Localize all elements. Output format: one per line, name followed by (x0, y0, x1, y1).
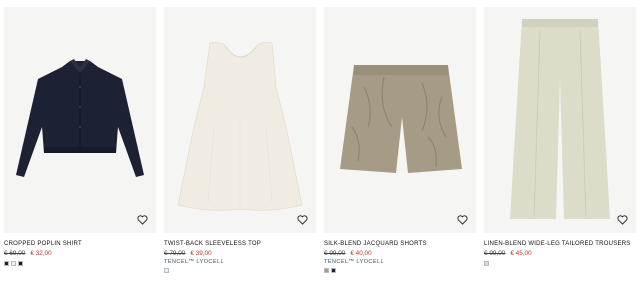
product-image-frame[interactable] (484, 7, 636, 233)
product-prices: € 99,00 € 45,00 (484, 250, 532, 257)
heart-icon[interactable] (137, 215, 148, 225)
color-swatch-beige[interactable] (324, 268, 329, 273)
sale-price: € 39,00 (190, 250, 212, 257)
color-swatch-cream[interactable] (164, 268, 169, 273)
product-name[interactable]: SILK-BLEND JACQUARD SHORTS (324, 241, 427, 247)
original-price: € 99,00 (484, 250, 506, 257)
color-swatches (484, 261, 489, 266)
sale-price: € 40,00 (350, 250, 372, 257)
product-prices: € 99,00 € 40,00 (324, 250, 372, 257)
product-name[interactable]: CROPPED POPLIN SHIRT (4, 241, 82, 247)
material-link[interactable]: TENCEL™ LYOCELL (324, 259, 384, 265)
product-image-frame[interactable] (324, 7, 476, 233)
product-card[interactable]: CROPPED POPLIN SHIRT € 69,00 € 32,00 (4, 0, 156, 289)
color-swatches (4, 261, 23, 266)
color-swatch-white[interactable] (11, 261, 16, 266)
product-image-frame[interactable] (4, 7, 156, 233)
color-swatches (164, 268, 169, 273)
product-grid: CROPPED POPLIN SHIRT € 69,00 € 32,00 TWIS… (0, 0, 640, 289)
product-card[interactable]: TWIST-BACK SLEEVELESS TOP € 79,00 € 39,00… (164, 0, 316, 289)
material-link[interactable]: TENCEL™ LYOCELL (164, 259, 224, 265)
product-name[interactable]: TWIST-BACK SLEEVELESS TOP (164, 241, 261, 247)
sale-price: € 32,00 (30, 250, 52, 257)
original-price: € 79,00 (164, 250, 186, 257)
product-image-cropped-shirt[interactable] (4, 7, 156, 233)
product-card[interactable]: SILK-BLEND JACQUARD SHORTS € 99,00 € 40,0… (324, 0, 476, 289)
heart-icon[interactable] (457, 215, 468, 225)
product-image-wide-leg-trousers[interactable] (484, 7, 636, 233)
product-name[interactable]: LINEN-BLEND WIDE-LEG TAILORED TROUSERS (484, 241, 631, 247)
color-swatch-navy[interactable] (4, 261, 9, 266)
original-price: € 69,00 (4, 250, 26, 257)
product-prices: € 69,00 € 32,00 (4, 250, 52, 257)
sale-price: € 45,00 (510, 250, 532, 257)
product-image-sleeveless-top[interactable] (164, 7, 316, 233)
color-swatch-black[interactable] (18, 261, 23, 266)
product-prices: € 79,00 € 39,00 (164, 250, 212, 257)
original-price: € 99,00 (324, 250, 346, 257)
color-swatches (324, 268, 336, 273)
product-image-jacquard-shorts[interactable] (324, 7, 476, 233)
color-swatch-navy[interactable] (331, 268, 336, 273)
heart-icon[interactable] (297, 215, 308, 225)
color-swatch-sage[interactable] (484, 261, 489, 266)
heart-icon[interactable] (617, 215, 628, 225)
product-image-frame[interactable] (164, 7, 316, 233)
product-card[interactable]: LINEN-BLEND WIDE-LEG TAILORED TROUSERS €… (484, 0, 636, 289)
